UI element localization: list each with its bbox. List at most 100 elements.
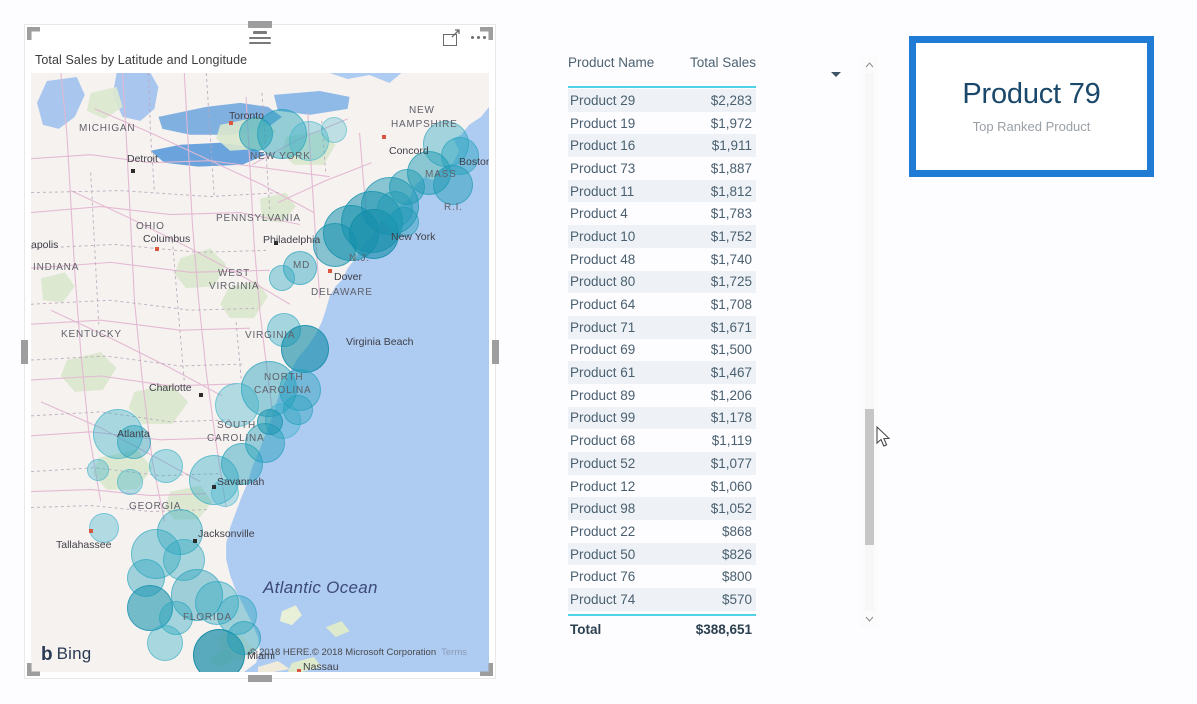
table-row[interactable]: Product 64 $1,708 bbox=[568, 293, 756, 316]
table-row[interactable]: Product 80 $1,725 bbox=[568, 270, 756, 294]
map-bubble[interactable] bbox=[87, 459, 109, 481]
map-title: Total Sales by Latitude and Longitude bbox=[35, 53, 248, 67]
map-city-dot bbox=[212, 485, 216, 489]
cell-product-name: Product 11 bbox=[570, 183, 635, 199]
map-bubble[interactable] bbox=[117, 425, 151, 459]
map-bubble[interactable] bbox=[117, 469, 143, 495]
cell-total-sales: $1,972 bbox=[710, 115, 752, 131]
table-row[interactable]: Product 69 $1,500 bbox=[568, 339, 756, 362]
table-row[interactable]: Product 68 $1,119 bbox=[568, 429, 756, 452]
table-row[interactable]: Product 16 $1,911 bbox=[568, 134, 756, 158]
map-city-dot bbox=[297, 669, 301, 672]
table-scrollbar[interactable] bbox=[860, 57, 878, 627]
table-row[interactable]: Product 76 $800 bbox=[568, 565, 756, 588]
total-label: Total bbox=[570, 621, 602, 637]
cell-total-sales: $1,500 bbox=[710, 342, 752, 358]
table-row[interactable]: Product 73 $1,887 bbox=[568, 157, 756, 180]
table-row[interactable]: Product 50 $826 bbox=[568, 542, 756, 566]
map-bubble[interactable] bbox=[257, 409, 283, 435]
cell-product-name: Product 64 bbox=[570, 297, 636, 313]
cell-product-name: Product 76 bbox=[570, 569, 636, 585]
table-row[interactable]: Product 89 $1,206 bbox=[568, 384, 756, 407]
map-bubble[interactable] bbox=[433, 165, 473, 205]
map-terms-link[interactable]: Terms bbox=[441, 647, 467, 658]
map-bubble[interactable] bbox=[321, 117, 347, 143]
table-row[interactable]: Product 99 $1,178 bbox=[568, 406, 756, 430]
table-row[interactable]: Product 29 $2,283 bbox=[568, 89, 756, 112]
table-row[interactable]: Product 10 $1,752 bbox=[568, 225, 756, 248]
top-ranked-product-card[interactable]: Product 79 Top Ranked Product bbox=[909, 36, 1154, 177]
table-row[interactable]: Product 12 $1,060 bbox=[568, 475, 756, 498]
resize-handle-left[interactable] bbox=[21, 339, 28, 364]
cell-total-sales: $1,812 bbox=[710, 183, 752, 199]
cell-total-sales: $1,206 bbox=[710, 387, 752, 403]
map-attribution-text: © 2018 HERE.© 2018 Microsoft Corporation bbox=[249, 647, 437, 658]
map-bubble[interactable] bbox=[147, 625, 183, 661]
map-bubble[interactable] bbox=[215, 383, 259, 427]
map-city-dot bbox=[193, 539, 197, 543]
map-bubble[interactable] bbox=[281, 325, 329, 373]
bing-logo[interactable]: b Bing bbox=[41, 644, 91, 664]
scroll-up-arrow-icon[interactable] bbox=[860, 57, 878, 73]
focus-mode-icon[interactable] bbox=[443, 29, 460, 46]
cell-product-name: Product 89 bbox=[570, 387, 636, 403]
table-row[interactable]: Product 22 $868 bbox=[568, 520, 756, 543]
table-row[interactable]: Product 98 $1,052 bbox=[568, 497, 756, 521]
cell-total-sales: $800 bbox=[721, 569, 752, 585]
product-sales-table[interactable]: Product Name Total Sales Product 29 $2,28… bbox=[560, 55, 878, 642]
map-city-dot bbox=[131, 169, 135, 173]
table-row[interactable]: Product 11 $1,812 bbox=[568, 179, 756, 203]
sort-descending-icon[interactable] bbox=[831, 72, 841, 77]
map-bubble[interactable] bbox=[211, 479, 239, 507]
resize-handle-bottom[interactable] bbox=[248, 675, 272, 682]
scroll-down-arrow-icon[interactable] bbox=[860, 611, 878, 627]
drag-handle-icon[interactable] bbox=[247, 31, 273, 45]
cell-product-name: Product 74 bbox=[570, 591, 636, 607]
cell-product-name: Product 16 bbox=[570, 138, 636, 154]
cell-product-name: Product 29 bbox=[570, 92, 636, 108]
table-row[interactable]: Product 74 $570 bbox=[568, 588, 756, 611]
cell-product-name: Product 52 bbox=[570, 455, 636, 471]
cell-product-name: Product 12 bbox=[570, 478, 636, 494]
cell-product-name: Product 19 bbox=[570, 115, 636, 131]
cell-total-sales: $1,467 bbox=[710, 365, 752, 381]
resize-handle-top[interactable] bbox=[248, 21, 272, 28]
cell-total-sales: $1,887 bbox=[710, 160, 752, 176]
map-bubble[interactable] bbox=[389, 207, 419, 237]
table-total-row: Total $388,651 bbox=[568, 616, 756, 642]
cell-product-name: Product 99 bbox=[570, 410, 636, 426]
map-bubble[interactable] bbox=[283, 395, 313, 425]
table-row[interactable]: Product 48 $1,740 bbox=[568, 248, 756, 271]
map-visual[interactable]: Total Sales by Latitude and Longitude MI… bbox=[21, 21, 499, 682]
cell-total-sales: $1,119 bbox=[711, 433, 752, 449]
table-row[interactable]: Product 61 $1,467 bbox=[568, 361, 756, 384]
map-bubble[interactable] bbox=[149, 449, 183, 483]
cell-total-sales: $1,060 bbox=[710, 478, 752, 494]
map-bubble[interactable] bbox=[269, 265, 295, 291]
table-body[interactable]: Product 29 $2,283 Product 19 $1,972 Product … bbox=[568, 89, 756, 660]
map-city-dot bbox=[274, 241, 278, 245]
map-city-dot bbox=[199, 393, 203, 397]
table-total-section: Total $388,651 bbox=[568, 614, 756, 642]
table-row[interactable]: Product 52 $1,077 bbox=[568, 452, 756, 475]
more-options-icon[interactable] bbox=[470, 33, 487, 42]
table-row[interactable]: Product 4 $1,783 bbox=[568, 202, 756, 225]
resize-handle-right[interactable] bbox=[492, 339, 499, 364]
map-bubble[interactable] bbox=[89, 513, 119, 543]
cell-product-name: Product 4 bbox=[570, 206, 628, 222]
cell-product-name: Product 69 bbox=[570, 342, 636, 358]
map-canvas[interactable]: MICHIGAN Detroit Toronto OHIO Columbus INDIAN… bbox=[31, 73, 489, 672]
cell-total-sales: $1,725 bbox=[710, 274, 752, 290]
table-row[interactable]: Product 19 $1,972 bbox=[568, 112, 756, 135]
table-row[interactable]: Product 71 $1,671 bbox=[568, 315, 756, 339]
card-label: Top Ranked Product bbox=[972, 118, 1091, 134]
column-header-product-name[interactable]: Product Name bbox=[568, 55, 668, 70]
cell-total-sales: $1,752 bbox=[710, 228, 752, 244]
report-canvas: Total Sales by Latitude and Longitude MI… bbox=[0, 0, 1197, 704]
map-bubble[interactable] bbox=[313, 223, 357, 267]
map-visual-header bbox=[25, 25, 495, 53]
scrollbar-thumb[interactable] bbox=[865, 409, 874, 545]
map-bubble[interactable] bbox=[239, 117, 273, 151]
cell-product-name: Product 71 bbox=[570, 319, 636, 335]
column-header-total-sales[interactable]: Total Sales bbox=[668, 55, 756, 70]
